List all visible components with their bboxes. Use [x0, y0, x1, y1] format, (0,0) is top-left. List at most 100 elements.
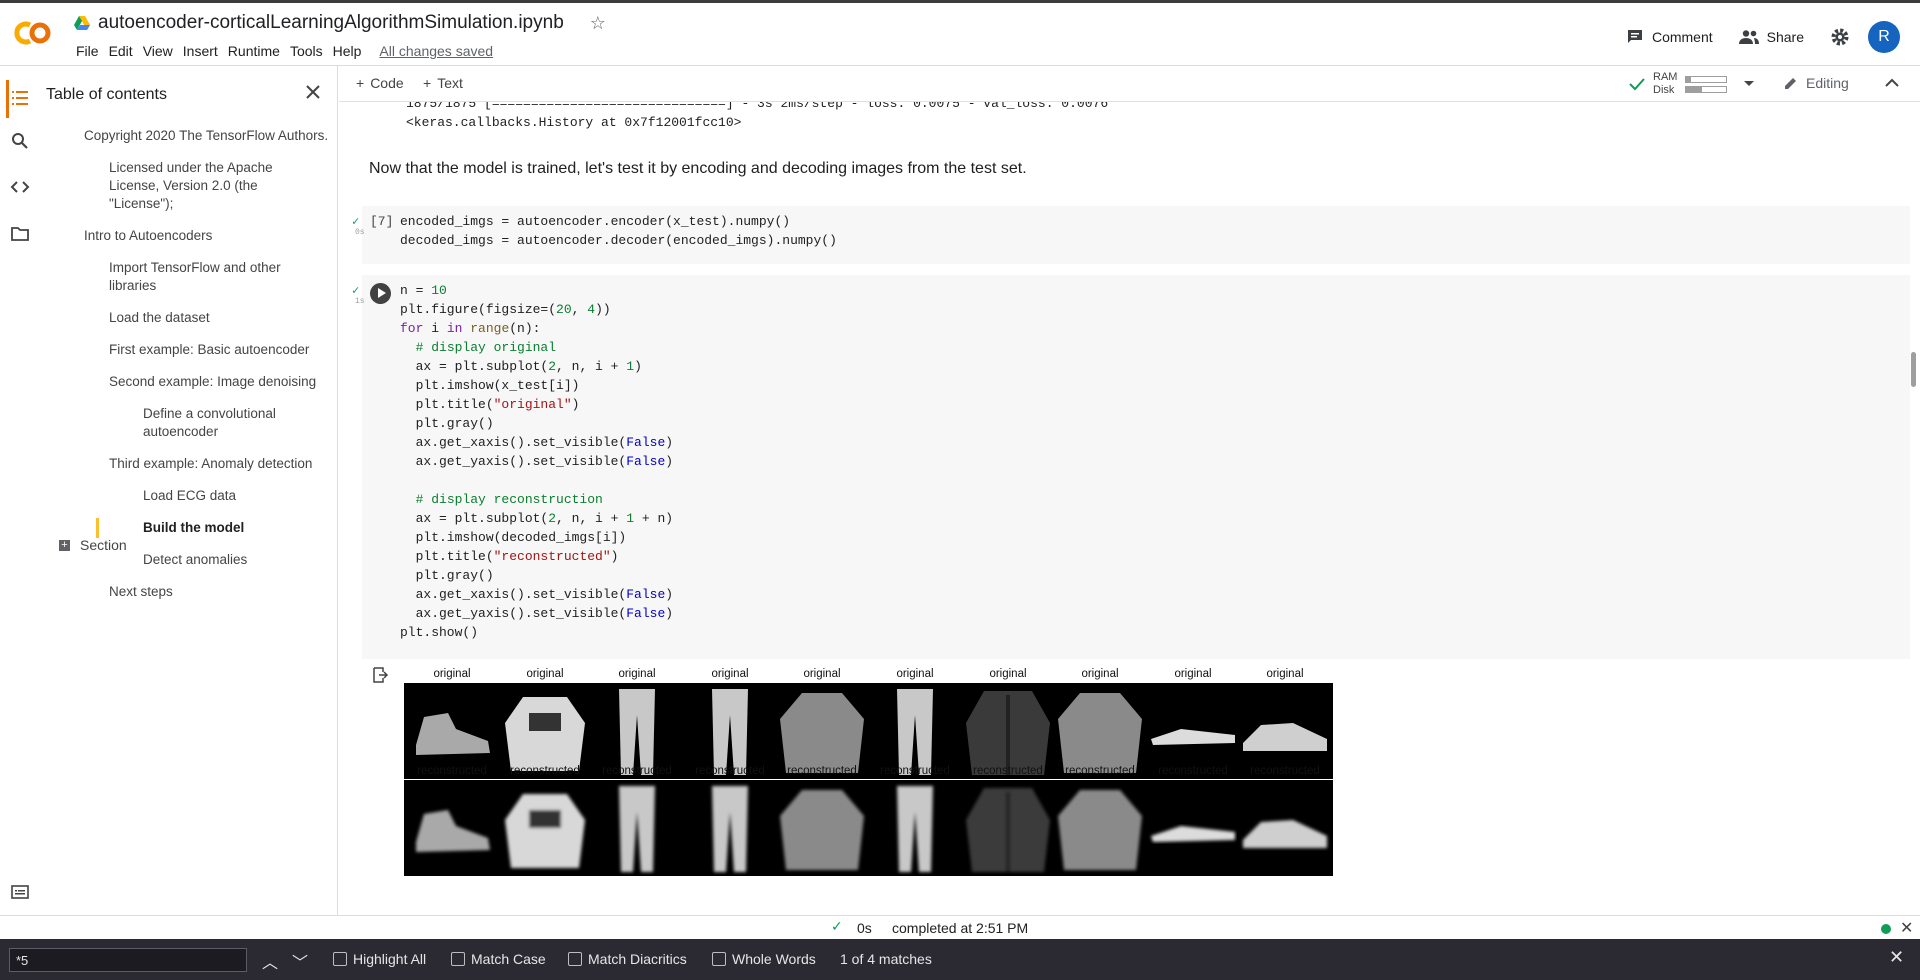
highlight-all-checkbox[interactable]: Highlight All: [333, 951, 426, 967]
output-actions-icon[interactable]: [371, 666, 389, 684]
whole-words-label: Whole Words: [732, 951, 816, 967]
image-title: reconstructed: [602, 765, 672, 777]
plus-icon: +: [356, 75, 365, 91]
code-cell-7[interactable]: ✓ 0s [7] encoded_imgs = autoencoder.enco…: [352, 206, 1910, 264]
image-thumbnail: [1145, 780, 1241, 876]
star-icon[interactable]: ☆: [590, 13, 606, 34]
toc-item-conv-autoencoder[interactable]: Define a convolutional autoencoder: [38, 402, 338, 444]
scrollbar[interactable]: [1911, 352, 1916, 387]
avatar[interactable]: R: [1868, 21, 1900, 53]
image-title: reconstructed: [787, 765, 857, 777]
image-title: reconstructed: [695, 765, 765, 777]
output-line: <keras.callbacks.History at 0x7f12001fcc…: [406, 115, 742, 130]
editing-mode-button[interactable]: Editing: [1784, 75, 1849, 91]
toc-item-import[interactable]: Import TensorFlow and other libraries: [38, 256, 338, 298]
close-icon[interactable]: ✕: [1889, 947, 1904, 968]
image-thumbnail: [774, 780, 870, 876]
cell-duration: 0s: [355, 228, 365, 237]
connection-status-dot: [1881, 924, 1891, 934]
menu-edit[interactable]: Edit: [104, 43, 138, 59]
plus-icon: +: [59, 539, 70, 551]
match-diacritics-checkbox[interactable]: Match Diacritics: [568, 951, 687, 967]
toc-item-license[interactable]: Licensed under the Apache License, Versi…: [38, 156, 338, 216]
reconstructed-image: reconstructed: [1145, 765, 1241, 882]
image-title: original: [618, 668, 656, 680]
whole-words-checkbox[interactable]: Whole Words: [712, 951, 816, 967]
image-thumbnail: [960, 780, 1056, 876]
checkbox-box: [451, 952, 465, 966]
toc-item-load-ecg[interactable]: Load ECG data: [38, 484, 338, 508]
menu-insert[interactable]: Insert: [178, 43, 223, 59]
reconstructed-image: reconstructed: [589, 765, 685, 882]
toc-item-copyright[interactable]: Copyright 2020 The TensorFlow Authors.: [38, 124, 338, 148]
add-section-label: Section: [80, 537, 127, 553]
disk-usage-fill: [1686, 86, 1703, 92]
save-status[interactable]: All changes saved: [374, 43, 498, 59]
add-code-button[interactable]: + Code: [356, 75, 404, 91]
toc-item-image-denoising[interactable]: Second example: Image denoising: [38, 370, 338, 394]
colab-logo[interactable]: [14, 17, 56, 49]
toc-item-load-dataset[interactable]: Load the dataset: [38, 306, 338, 330]
code-editor[interactable]: encoded_imgs = autoencoder.encoder(x_tes…: [400, 212, 837, 250]
comment-button[interactable]: Comment: [1626, 28, 1713, 46]
checkbox-box: [568, 952, 582, 966]
find-input[interactable]: [9, 948, 247, 972]
find-previous-icon[interactable]: ︿: [262, 949, 278, 973]
image-title: original: [433, 668, 471, 680]
image-title: original: [1174, 668, 1212, 680]
table-of-contents-icon[interactable]: [10, 88, 30, 108]
image-title: reconstructed: [1250, 765, 1320, 777]
find-bar: ︿ ﹀ Highlight All Match Case Match Diacr…: [0, 939, 1920, 980]
toc-item-anomaly-detection[interactable]: Third example: Anomaly detection: [38, 452, 338, 476]
code-cell-8[interactable]: ✓ 1s n = 10 plt.figure(figsize=(20, 4)) fo…: [352, 275, 1910, 659]
folder-icon[interactable]: [10, 224, 30, 244]
terminal-icon[interactable]: [10, 882, 30, 902]
toc-item-basic-autoencoder[interactable]: First example: Basic autoencoder: [38, 338, 338, 362]
add-text-button[interactable]: + Text: [423, 75, 463, 91]
rail-active-indicator: [6, 80, 9, 118]
menu-runtime[interactable]: Runtime: [223, 43, 285, 59]
executed-check-icon: ✓: [352, 284, 360, 298]
image-title: original: [1266, 668, 1304, 680]
markdown-text: Now that the model is trained, let's tes…: [369, 160, 1027, 177]
menu-view[interactable]: View: [138, 43, 178, 59]
dropdown-arrow-icon[interactable]: [1743, 80, 1755, 88]
chevron-up-icon[interactable]: [1883, 74, 1901, 92]
menu-tools[interactable]: Tools: [285, 43, 328, 59]
add-section-button[interactable]: + Section: [59, 537, 127, 553]
image-thumbnail: [682, 780, 778, 876]
gear-icon[interactable]: [1830, 27, 1850, 47]
notebook-title[interactable]: autoencoder-corticalLearningAlgorithmSim…: [98, 12, 564, 34]
resource-monitor[interactable]: RAM Disk: [1629, 71, 1755, 97]
image-thumbnail: [497, 780, 593, 876]
code-editor[interactable]: n = 10 plt.figure(figsize=(20, 4)) for i i…: [400, 281, 673, 642]
close-icon[interactable]: [303, 82, 323, 102]
menu-help[interactable]: Help: [328, 43, 367, 59]
reconstructed-image: reconstructed: [404, 765, 500, 882]
search-icon[interactable]: [10, 131, 30, 151]
share-button[interactable]: Share: [1738, 29, 1804, 45]
ram-label: RAM: [1653, 71, 1678, 83]
close-icon[interactable]: ✕: [1900, 918, 1913, 938]
cell-duration: 1s: [355, 297, 365, 306]
find-next-icon[interactable]: ﹀: [292, 949, 308, 973]
app-header: autoencoder-corticalLearningAlgorithmSim…: [0, 0, 1920, 66]
match-case-checkbox[interactable]: Match Case: [451, 951, 546, 967]
image-title: reconstructed: [510, 765, 580, 777]
code-line: decoded_imgs = autoencoder.decoder(encod…: [400, 233, 837, 248]
checkbox-box: [333, 952, 347, 966]
menu-file[interactable]: File: [71, 43, 104, 59]
toc-item-next-steps[interactable]: Next steps: [38, 580, 338, 604]
match-case-label: Match Case: [471, 951, 546, 967]
comment-icon: [1627, 30, 1642, 43]
find-match-count: 1 of 4 matches: [840, 951, 932, 967]
notebook-toolbar: + Code + Text RAM Disk Editing: [339, 66, 1920, 102]
share-label: Share: [1766, 29, 1804, 45]
reconstructed-image: reconstructed: [682, 765, 778, 882]
image-title: original: [989, 668, 1027, 680]
toc-item-intro[interactable]: Intro to Autoencoders: [38, 224, 338, 248]
image-title: original: [711, 668, 749, 680]
code-snippets-icon[interactable]: [10, 177, 30, 197]
image-title: original: [896, 668, 934, 680]
run-cell-button[interactable]: [370, 283, 391, 304]
